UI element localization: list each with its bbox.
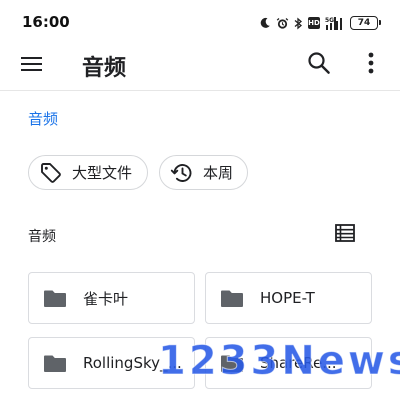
hd-badge: HD [308, 17, 320, 29]
section-title: 音频 [28, 229, 56, 245]
folder-name: 雀卡叶 [83, 289, 129, 308]
folder-icon [44, 290, 66, 307]
battery-level: 74 [357, 17, 371, 28]
status-time: 16:00 [22, 13, 70, 31]
battery-icon: 74 [350, 16, 381, 30]
folder-icon [44, 355, 66, 372]
search-icon[interactable] [306, 50, 332, 76]
history-icon [170, 163, 192, 182]
tag-icon [41, 162, 61, 183]
app-bar-divider [0, 90, 400, 91]
page-title: 音频 [82, 56, 127, 81]
breadcrumb[interactable]: 音频 [28, 108, 58, 129]
chip-this-week[interactable]: 本周 [159, 155, 248, 190]
folder-name: HOPE-T [260, 289, 315, 307]
bluetooth-icon [294, 16, 303, 30]
alarm-icon [276, 17, 289, 29]
chip-label: 大型文件 [72, 164, 133, 182]
chip-label: 本周 [203, 164, 234, 182]
folder-item[interactable]: HOPE-T [205, 272, 372, 324]
more-options-icon[interactable] [361, 50, 381, 76]
status-bar: 16:00 HD 5G 74 [0, 0, 400, 44]
chip-large-files[interactable]: 大型文件 [28, 155, 148, 190]
svg-text:5G: 5G [325, 17, 334, 24]
list-view-icon[interactable] [334, 222, 356, 244]
status-icons: HD 5G 74 [259, 14, 381, 32]
signal-icon: 5G [325, 17, 342, 30]
moon-icon [260, 17, 270, 28]
app-bar: 音频 [0, 44, 400, 90]
folder-icon [221, 290, 243, 307]
watermark: 1233News [158, 338, 400, 385]
menu-icon[interactable] [20, 52, 44, 76]
folder-item[interactable]: 雀卡叶 [28, 272, 195, 324]
